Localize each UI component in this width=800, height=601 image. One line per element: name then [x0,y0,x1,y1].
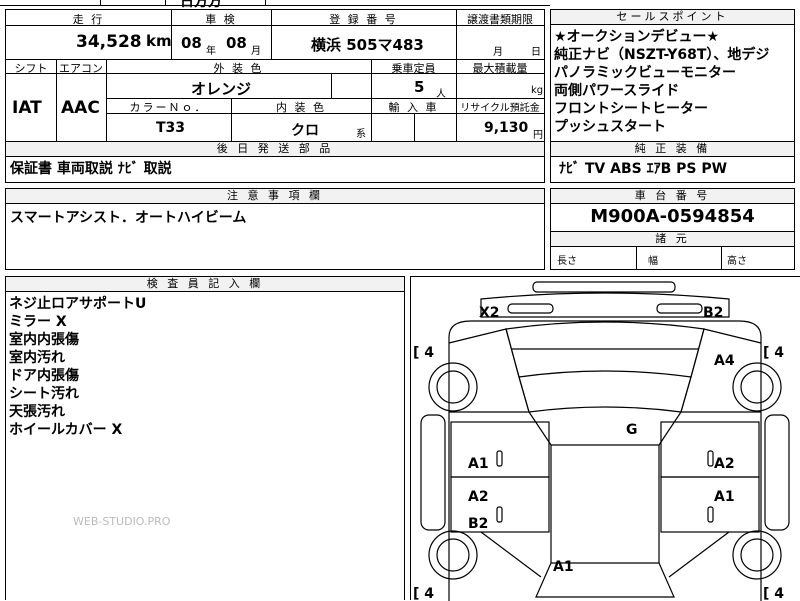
recycle-value: 9,130 [484,120,529,136]
selling-point: 純正ナビ（NSZT-Y68T）、地デジ [554,47,770,63]
damage-mark: G [626,422,638,438]
shift-label: シフト [14,62,48,75]
damage-mark: A1 [468,456,489,472]
capacity-unit: 人 [436,89,446,100]
inspector-note: 天張汚れ [9,404,65,420]
inspector-note: シート汚れ [9,386,79,402]
car-body-diagram: [ 4 [ 4 [ 4 [ 4 X2 B2 A4 G A1 A2 A2 A1 B… [413,281,790,601]
caution-label: 注 意 事 項 欄 [6,189,544,204]
width-label: 幅 [648,256,658,267]
inspector-notes-label: 検 査 員 記 入 欄 [6,277,404,292]
caution-value: スマートアシスト．オートハイビーム [10,210,247,226]
car-diagram-section: [ 4 [ 4 [ 4 [ 4 X2 B2 A4 G A1 A2 A2 A1 B… [410,276,800,601]
inspector-note: ミラー X [9,314,67,330]
damage-mark: B2 [703,305,723,321]
max-load-label: 最大積載量 [472,62,528,75]
mileage-label: 走 行 [72,13,105,26]
damage-mark: A2 [714,456,735,472]
damage-mark: X2 [479,305,500,321]
docs-later-value: 保証書 車両取説 ﾅﾋﾞ 取説 [10,161,172,177]
caution-section: 注 意 事 項 欄 スマートアシスト．オートハイビーム [5,188,545,270]
registration-label: 登 録 番 号 [329,13,398,26]
tire-fr-rating: [ 4 [763,345,784,361]
inspector-note: ネジ止ロアサポートU [9,296,147,312]
recycle-label: リサイクル預託金 [460,103,540,114]
recycle-unit: 円 [533,130,543,141]
chassis-number: M900A-0594854 [590,206,755,227]
inspector-note: ホイールカバー X [9,422,123,438]
inspector-note: 室内汚れ [9,350,65,366]
transfer-label: 譲渡書類期限 [467,13,533,26]
selling-points-label: セールスポイント [551,10,794,25]
selling-point: ★オークションデビュー★ [554,29,720,45]
height-label: 高さ [727,256,747,267]
selling-points-list: ★オークションデビュー★ 純正ナビ（NSZT-Y68T）、地デジ パノラミックビ… [554,28,769,136]
top-cut-row: 日方方 [0,0,800,10]
inspection-year-unit: 年 [206,46,216,57]
int-color-unit: 系 [356,129,366,140]
chassis-section: 車 台 番 号 M900A-0594854 諸 元 長さ 幅 高さ [550,188,795,270]
damage-mark: A1 [553,559,574,575]
inspection-month-unit: 月 [251,46,261,57]
damage-mark: A1 [714,489,735,505]
equipment-value: ﾅﾋﾞ TV ABS ｴｱB PS PW [559,161,728,177]
inspection-label: 車 検 [205,13,237,26]
plate-number: 横浜 505マ483 [311,36,424,54]
equipment-label: 純 正 装 備 [551,142,794,157]
inspector-note: ドア内張傷 [9,368,79,384]
shift-value: IAT [12,98,42,118]
inspection-year: 08 [181,34,202,52]
ext-color-value: オレンジ [191,80,252,98]
dimensions-label: 諸 元 [551,232,794,247]
chassis-label: 車 台 番 号 [551,189,794,204]
length-label: 長さ [557,256,577,267]
selling-point: フロントシートヒーター [554,101,708,117]
mileage-value: 34,528 [76,32,142,52]
capacity-value: 5 [414,78,425,96]
inspector-notes-list: ネジ止ロアサポートU ミラー X 室内内張傷 室内汚れ ドア内張傷 シート汚れ … [9,295,146,439]
equipment-section: 純 正 装 備 ﾅﾋﾞ TV ABS ｴｱB PS PW [550,141,795,183]
docs-later-label: 後 日 発 送 部 品 [6,142,544,157]
color-no-value: T33 [156,120,186,136]
tire-rl-rating: [ 4 [413,586,434,601]
inspection-month: 08 [226,34,247,52]
inspector-notes-section: 検 査 員 記 入 欄 ネジ止ロアサポートU ミラー X 室内内張傷 室内汚れ … [5,276,405,600]
selling-point: プッシュスタート [554,119,666,135]
tire-fl-rating: [ 4 [413,345,434,361]
transfer-month: 月 [493,47,503,58]
color-no-label: カラーＮｏ． [129,101,208,114]
max-load-unit: kg [531,85,544,96]
aircon-value: AAC [61,98,100,118]
transfer-day: 日 [531,47,541,58]
tire-rr-rating: [ 4 [763,586,784,601]
selling-point: 両側パワースライド [554,83,680,99]
selling-point: パノラミックビューモニター [554,65,736,81]
inspector-note: 室内内張傷 [9,332,79,348]
watermark: WEB-STUDIO.PRO [73,515,171,528]
vehicle-info-table: 走 行 車 検 登 録 番 号 譲渡書類期限 34,528 km 08 年 08… [5,9,545,143]
mileage-unit: km [146,32,172,50]
aircon-label: エアコン [59,62,103,75]
int-color-label: 内 装 色 [276,101,326,114]
int-color-value: クロ [291,123,319,139]
damage-mark: B2 [468,516,488,532]
damage-mark: A4 [714,353,735,369]
capacity-label: 乗車定員 [391,62,436,75]
damage-mark: A2 [468,489,489,505]
selling-points-section: セールスポイント ★オークションデビュー★ 純正ナビ（NSZT-Y68T）、地デ… [550,9,795,142]
docs-later-section: 後 日 発 送 部 品 保証書 車両取説 ﾅﾋﾞ 取説 [5,141,545,183]
